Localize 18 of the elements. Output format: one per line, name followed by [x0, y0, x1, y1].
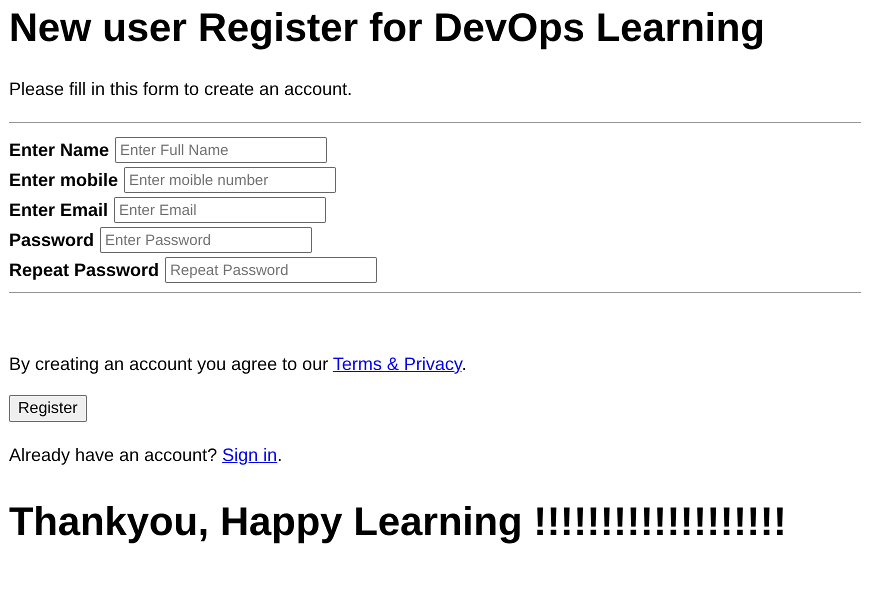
- input-field[interactable]: Enter Password: [100, 227, 312, 253]
- input-field[interactable]: Enter Email: [114, 197, 326, 223]
- field-label: Enter mobile: [9, 168, 118, 192]
- register-button[interactable]: Register: [9, 395, 87, 422]
- field-label: Password: [9, 228, 94, 252]
- input-field[interactable]: Enter Full Name: [115, 137, 328, 163]
- thank-you-heading: Thankyou, Happy Learning !!!!!!!!!!!!!!!!!!!: [9, 499, 787, 545]
- intro-text: Please fill in this form to create an account.: [9, 78, 352, 100]
- page-title: New user Register for DevOps Learning: [9, 5, 765, 51]
- field-label: Enter Email: [9, 198, 108, 222]
- agreement-text: By creating an account you agree to our Terms & Privacy.: [9, 353, 467, 375]
- input-field[interactable]: Enter moible number: [124, 167, 336, 193]
- input-field[interactable]: Repeat Password: [165, 257, 378, 283]
- field-label: Repeat Password: [9, 258, 160, 282]
- terms-link[interactable]: Terms & Privacy: [332, 354, 462, 374]
- signin-link[interactable]: Sign in: [222, 445, 278, 465]
- field-label: Enter Name: [9, 138, 110, 162]
- signin-text: Already have an account? Sign in.: [9, 444, 282, 466]
